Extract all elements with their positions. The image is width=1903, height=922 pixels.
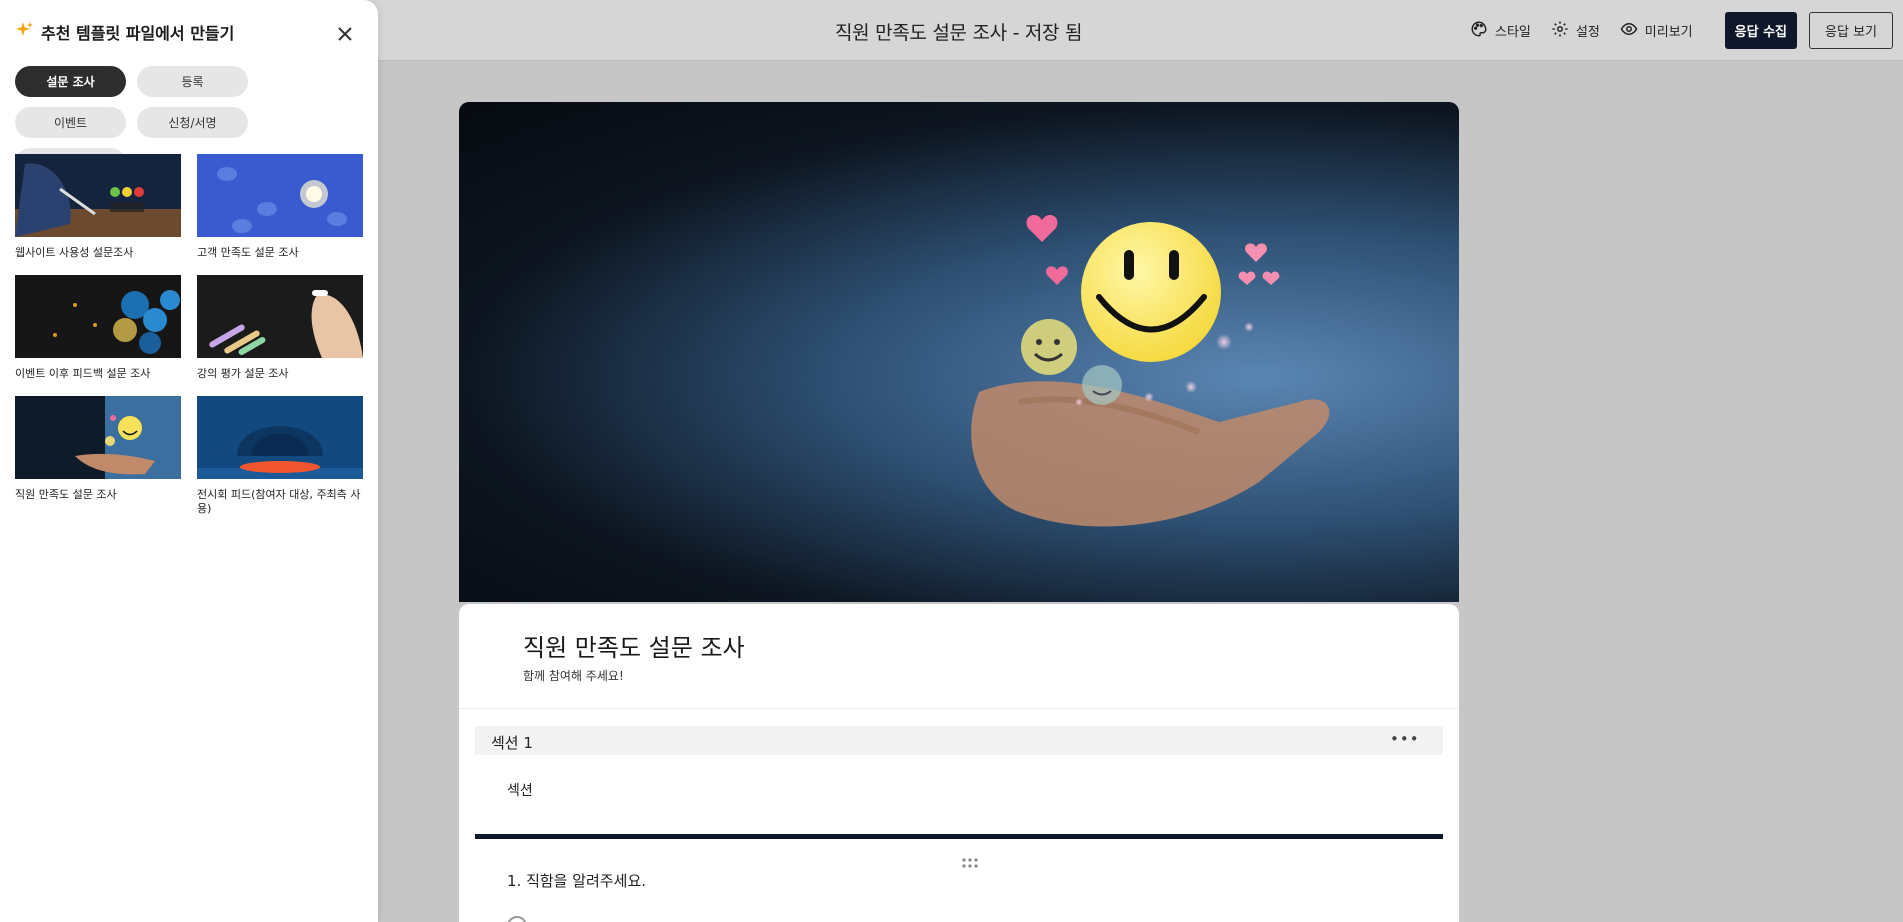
settings-label: 설정 [1575, 25, 1600, 40]
top-actions: 스타일 설정 미리보기 응답 수집 응답 보기 [1460, 12, 1893, 49]
style-button[interactable]: 스타일 [1460, 12, 1541, 49]
template-card[interactable]: 전시회 피드(참여자 대상, 주최측 사용) [197, 396, 363, 517]
template-thumbnail [15, 396, 181, 479]
radio-option[interactable] [507, 916, 527, 922]
document-title: 직원 만족도 설문 조사 - 저장 됨 [835, 22, 1083, 44]
question-focus-bar [475, 834, 1443, 839]
preview-button[interactable]: 미리보기 [1610, 12, 1703, 49]
template-thumbnail [15, 275, 181, 358]
form-title[interactable]: 직원 만족도 설문 조사 [523, 628, 745, 663]
chip-application[interactable]: 신청/서명 [137, 107, 248, 138]
collect-responses-button[interactable]: 응답 수집 [1724, 12, 1798, 49]
template-title: 웹사이트 사용성 설문조사 [15, 246, 134, 259]
more-options-icon[interactable]: ••• [1390, 730, 1420, 748]
preview-label: 미리보기 [1644, 25, 1693, 40]
template-title: 강의 평가 설문 조사 [197, 367, 289, 380]
form-description[interactable]: 함께 참여해 주세요! [523, 667, 624, 684]
chip-survey[interactable]: 설문 조사 [15, 66, 126, 97]
template-card[interactable]: 직원 만족도 설문 조사 [15, 396, 181, 517]
style-label: 스타일 [1494, 25, 1531, 40]
question-1-title[interactable]: 1. 직함을 알려주세요. [507, 870, 646, 891]
template-panel: 추천 템플릿 파일에서 만들기 설문 조사 등록 이벤트 신청/서명 평가 웹사… [0, 0, 378, 922]
template-card[interactable]: 고객 만족도 설문 조사 [197, 154, 363, 275]
gear-icon [1551, 20, 1569, 42]
eye-icon [1620, 20, 1638, 42]
template-thumbnail [15, 154, 181, 237]
chip-event[interactable]: 이벤트 [15, 107, 126, 138]
template-card[interactable]: 이벤트 이후 피드백 설문 조사 [15, 275, 181, 396]
header-image [459, 102, 1459, 602]
template-card[interactable]: 웹사이트 사용성 설문조사 [15, 154, 181, 275]
close-icon[interactable] [333, 22, 357, 46]
chip-registration[interactable]: 등록 [137, 66, 248, 97]
sparkle-icon [15, 20, 35, 44]
template-title: 이벤트 이후 피드백 설문 조사 [15, 367, 151, 380]
form-card: 직원 만족도 설문 조사 함께 참여해 주세요! 섹션 1 ••• 섹션 1. … [459, 604, 1459, 922]
panel-title: 추천 템플릿 파일에서 만들기 [41, 24, 235, 43]
template-thumbnail [197, 275, 363, 358]
template-thumbnail [197, 154, 363, 237]
palette-icon [1470, 20, 1488, 42]
drag-handle-icon[interactable] [961, 854, 979, 868]
template-title: 고객 만족도 설문 조사 [197, 246, 299, 259]
template-card[interactable]: 강의 평가 설문 조사 [197, 275, 363, 396]
section-subtitle[interactable]: 섹션 [507, 780, 533, 800]
settings-button[interactable]: 설정 [1541, 12, 1610, 49]
template-title: 전시회 피드(참여자 대상, 주최측 사용) [197, 488, 361, 515]
view-responses-button[interactable]: 응답 보기 [1809, 12, 1893, 49]
template-grid: 웹사이트 사용성 설문조사 고객 만족도 설문 조사 이벤트 이후 피드백 설문… [15, 154, 365, 517]
divider [459, 708, 1459, 709]
section-label: 섹션 1 [491, 734, 533, 752]
template-thumbnail [197, 396, 363, 479]
template-title: 직원 만족도 설문 조사 [15, 488, 117, 501]
panel-header: 추천 템플릿 파일에서 만들기 [15, 20, 234, 44]
section-header: 섹션 1 ••• [475, 726, 1443, 755]
